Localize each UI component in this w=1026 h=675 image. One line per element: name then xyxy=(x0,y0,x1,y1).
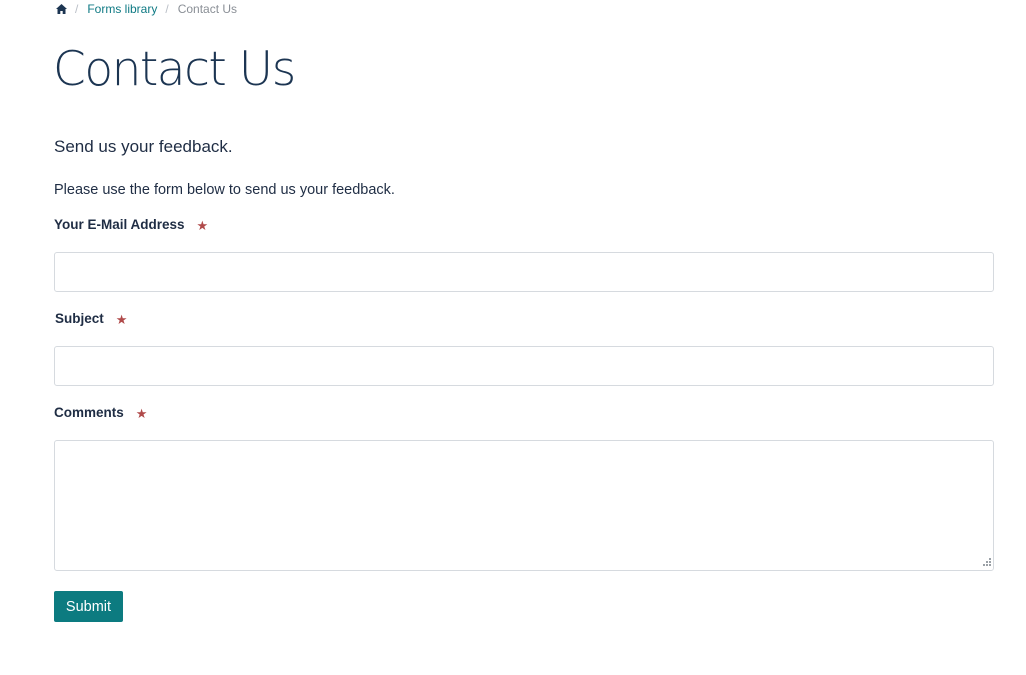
breadcrumb-current-page: Contact Us xyxy=(177,2,238,16)
home-icon[interactable] xyxy=(55,3,67,15)
required-star-icon: ★ xyxy=(135,406,148,421)
email-field[interactable] xyxy=(54,252,994,292)
breadcrumb-separator: / xyxy=(75,2,79,16)
breadcrumb-forms-library-link[interactable]: Forms library xyxy=(87,2,157,16)
contact-page: / Forms library / Contact Us Contact Us … xyxy=(0,0,1026,675)
email-label: Your E-Mail Address ★ xyxy=(54,216,209,234)
subject-field[interactable] xyxy=(54,346,994,386)
email-label-text: Your E-Mail Address xyxy=(54,216,185,232)
submit-button[interactable]: Submit xyxy=(54,591,123,622)
breadcrumb-separator: / xyxy=(165,2,169,16)
subject-label-text: Subject xyxy=(55,310,104,326)
required-star-icon: ★ xyxy=(196,218,209,233)
subject-label: Subject ★ xyxy=(55,310,128,328)
intro-heading: Send us your feedback. xyxy=(54,137,233,156)
resize-grip-icon[interactable] xyxy=(979,556,992,569)
intro-text: Please use the form below to send us you… xyxy=(54,182,395,198)
comments-label-text: Comments xyxy=(54,404,124,420)
breadcrumb: / Forms library / Contact Us xyxy=(55,1,237,17)
comments-label: Comments ★ xyxy=(54,404,148,422)
comments-textarea[interactable] xyxy=(54,440,994,571)
required-star-icon: ★ xyxy=(115,312,128,327)
page-title: Contact Us xyxy=(53,42,296,97)
